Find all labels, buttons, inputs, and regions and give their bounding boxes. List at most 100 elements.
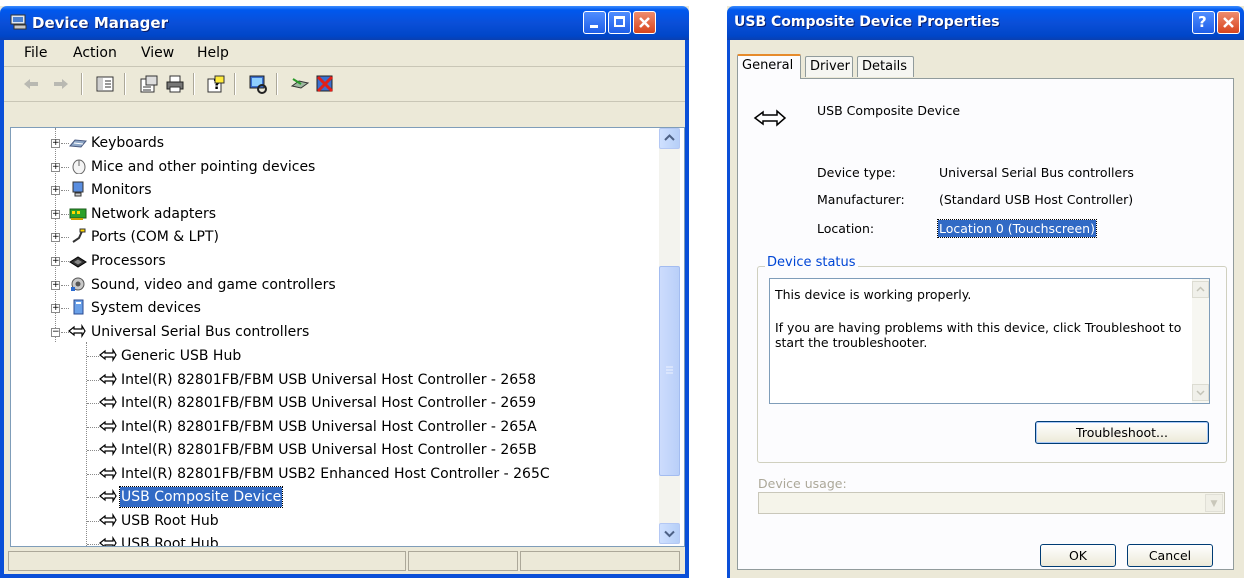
tree-item-usb-composite-device[interactable]: USB Composite Device xyxy=(11,486,651,508)
expand-icon[interactable]: + xyxy=(51,210,60,219)
print-icon[interactable] xyxy=(164,73,186,95)
tree-item-usb-host-controller-2658[interactable]: Intel(R) 82801FB/FBM USB Universal Host … xyxy=(11,369,651,391)
device-manager-titlebar[interactable]: Device Manager xyxy=(0,6,689,40)
device-status-text[interactable]: This device is working properly. If you … xyxy=(769,278,1210,404)
location-value[interactable]: Location 0 (Touchscreen) xyxy=(937,219,1097,238)
tree-connector xyxy=(87,380,99,381)
menu-help[interactable]: Help xyxy=(197,45,229,61)
maximize-button[interactable] xyxy=(608,11,631,34)
scan-hardware-icon[interactable] xyxy=(247,73,269,95)
tab-details[interactable]: Details xyxy=(857,56,914,77)
help-button[interactable]: ? xyxy=(1192,11,1215,34)
window-frame-left xyxy=(0,40,4,578)
status-line-1: This device is working properly. xyxy=(775,287,972,302)
device-tree[interactable]: + Keyboards + Mice and other pointing de… xyxy=(11,128,659,546)
menu-action[interactable]: Action xyxy=(73,45,117,61)
tree-category-processors[interactable]: + Processors xyxy=(11,250,651,272)
tree-item-generic-usb-hub[interactable]: Generic USB Hub xyxy=(11,345,651,367)
tree-item-usb-host-controller-265b[interactable]: Intel(R) 82801FB/FBM USB Universal Host … xyxy=(11,439,651,461)
tree-connector xyxy=(61,261,69,262)
monitor-icon xyxy=(72,181,84,197)
scroll-down-button[interactable] xyxy=(659,523,680,544)
tree-category-usb-controllers[interactable]: − Universal Serial Bus controllers xyxy=(11,321,651,343)
scroll-thumb[interactable] xyxy=(659,266,680,476)
device-usage-select[interactable]: ▼ xyxy=(758,492,1225,514)
tree-category-label: Keyboards xyxy=(91,135,165,151)
tree-category-label: Monitors xyxy=(91,182,152,198)
tree-item-label: Intel(R) 82801FB/FBM USB Universal Host … xyxy=(121,372,537,388)
usb-icon xyxy=(99,512,117,528)
update-driver-icon[interactable] xyxy=(289,73,311,95)
minimize-button[interactable] xyxy=(583,11,606,34)
tree-item-usb-root-hub[interactable]: USB Root Hub xyxy=(11,510,651,532)
menu-file[interactable]: File xyxy=(24,45,47,61)
port-icon xyxy=(72,228,86,243)
close-button[interactable] xyxy=(1217,11,1240,34)
tree-category-network-adapters[interactable]: + Network adapters xyxy=(11,203,651,225)
close-button[interactable] xyxy=(633,11,656,34)
expand-icon[interactable]: + xyxy=(51,304,60,313)
close-icon xyxy=(1223,17,1234,28)
tree-connector xyxy=(87,474,99,475)
scroll-up-button[interactable] xyxy=(659,128,680,149)
expand-icon[interactable]: + xyxy=(51,257,60,266)
tree-item-label: Intel(R) 82801FB/FBM USB2 Enhanced Host … xyxy=(121,466,550,482)
status-scrollbar[interactable] xyxy=(1192,279,1209,403)
manufacturer-label: Manufacturer: xyxy=(817,192,905,207)
tree-connector xyxy=(87,427,99,428)
expand-icon[interactable]: + xyxy=(51,281,60,290)
window-frame-bottom xyxy=(0,574,689,578)
tree-vertical-scrollbar[interactable] xyxy=(659,128,680,544)
forward-icon[interactable] xyxy=(50,73,72,95)
expand-icon[interactable]: + xyxy=(51,139,60,148)
tree-category-monitors[interactable]: + Monitors xyxy=(11,179,651,201)
general-tab-panel: USB Composite Device Device type: Univer… xyxy=(737,78,1234,570)
expand-icon[interactable]: + xyxy=(51,186,60,195)
expand-icon[interactable]: + xyxy=(51,163,60,172)
tree-category-ports[interactable]: + Ports (COM & LPT) xyxy=(11,226,651,248)
chevron-down-icon xyxy=(1192,384,1209,401)
device-manager-title: Device Manager xyxy=(32,14,168,32)
tab-general[interactable]: General xyxy=(737,54,801,79)
troubleshoot-label: Troubleshoot... xyxy=(1076,425,1168,440)
network-adapter-icon xyxy=(69,208,87,220)
back-icon[interactable] xyxy=(20,73,42,95)
status-pane xyxy=(520,551,680,571)
tree-category-sound[interactable]: + Sound, video and game controllers xyxy=(11,274,651,296)
properties-icon[interactable] xyxy=(138,73,160,95)
tree-item-usb-host-controller-265a[interactable]: Intel(R) 82801FB/FBM USB Universal Host … xyxy=(11,416,651,438)
tree-item-usb2-enhanced-controller-265c[interactable]: Intel(R) 82801FB/FBM USB2 Enhanced Host … xyxy=(11,463,651,485)
help-icon[interactable]: ? xyxy=(205,73,227,95)
tree-item-label: USB Root Hub xyxy=(121,536,219,546)
tree-item-usb-root-hub-partial[interactable]: USB Root Hub xyxy=(11,533,651,546)
collapse-icon[interactable]: − xyxy=(51,328,60,337)
usb-icon xyxy=(99,418,117,434)
usb-icon xyxy=(99,371,117,387)
tree-item-usb-host-controller-2659[interactable]: Intel(R) 82801FB/FBM USB Universal Host … xyxy=(11,392,651,414)
ok-button[interactable]: OK xyxy=(1040,544,1116,567)
expand-icon[interactable]: + xyxy=(51,233,60,242)
properties-titlebar[interactable]: USB Composite Device Properties ? xyxy=(727,6,1244,40)
usb-icon xyxy=(99,535,117,546)
chevron-down-icon[interactable]: ▼ xyxy=(1205,494,1223,512)
tab-driver[interactable]: Driver xyxy=(805,56,853,77)
grip-icon xyxy=(666,366,673,374)
cancel-button[interactable]: Cancel xyxy=(1127,544,1213,567)
tree-connector xyxy=(87,450,99,451)
tree-category-keyboards[interactable]: + Keyboards xyxy=(11,132,651,154)
show-hide-console-tree-icon[interactable] xyxy=(94,73,116,95)
device-name: USB Composite Device xyxy=(817,103,961,118)
uninstall-icon[interactable] xyxy=(314,73,336,95)
tree-category-system-devices[interactable]: + System devices xyxy=(11,297,651,319)
tree-category-mice[interactable]: + Mice and other pointing devices xyxy=(11,156,651,178)
usb-device-icon xyxy=(753,109,787,127)
menu-view[interactable]: View xyxy=(141,45,174,61)
usb-icon xyxy=(99,465,117,481)
status-pane xyxy=(8,551,406,571)
mouse-icon xyxy=(72,159,86,174)
tree-category-label: System devices xyxy=(91,300,201,316)
toolbar-separator xyxy=(276,73,278,95)
troubleshoot-button[interactable]: Troubleshoot... xyxy=(1035,421,1209,444)
tree-connector xyxy=(87,521,99,522)
device-manager-app-icon xyxy=(10,14,28,30)
